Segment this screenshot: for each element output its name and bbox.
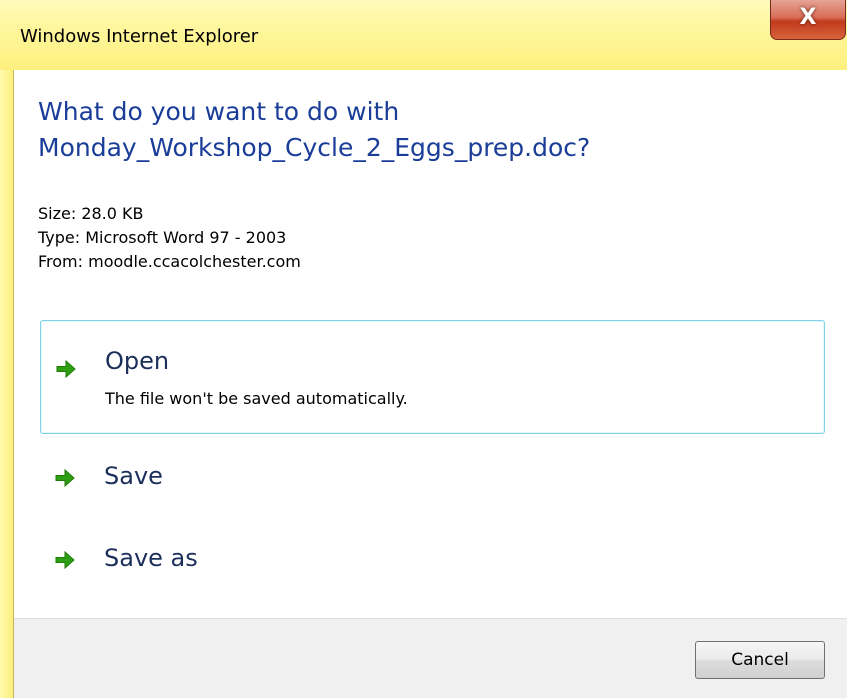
close-icon: X (799, 5, 817, 30)
title-bar: Windows Internet Explorer X (0, 0, 847, 70)
close-button[interactable]: X (770, 0, 846, 40)
question-line-1: What do you want to do with (38, 97, 400, 126)
window-title: Windows Internet Explorer (20, 26, 259, 47)
file-size: Size: 28.0 KB (38, 204, 144, 223)
save-option[interactable]: Save (40, 446, 825, 510)
download-question: What do you want to do with Monday_Works… (38, 94, 590, 166)
download-dialog: Windows Internet Explorer X What do you … (0, 0, 847, 698)
green-right-arrow-icon (55, 550, 75, 570)
file-type: Type: Microsoft Word 97 - 2003 (38, 228, 287, 247)
cancel-button[interactable]: Cancel (695, 641, 825, 679)
open-option[interactable]: Open The file won't be saved automatical… (40, 320, 825, 434)
green-right-arrow-icon (56, 359, 76, 379)
open-option-description: The file won't be saved automatically. (105, 389, 408, 408)
question-file-name: Monday_Workshop_Cycle_2_Eggs_prep.doc? (38, 133, 591, 162)
save-as-option[interactable]: Save as (40, 528, 825, 592)
file-source: From: moodle.ccacolchester.com (38, 252, 301, 271)
file-details: Size: 28.0 KB Type: Microsoft Word 97 - … (38, 202, 301, 274)
green-right-arrow-icon (55, 468, 75, 488)
open-option-label: Open (105, 347, 170, 375)
save-option-label: Save (104, 462, 163, 490)
save-as-option-label: Save as (104, 544, 198, 572)
dialog-footer: Cancel (14, 618, 847, 698)
dialog-content: What do you want to do with Monday_Works… (14, 70, 847, 618)
window-frame-left (0, 70, 14, 698)
